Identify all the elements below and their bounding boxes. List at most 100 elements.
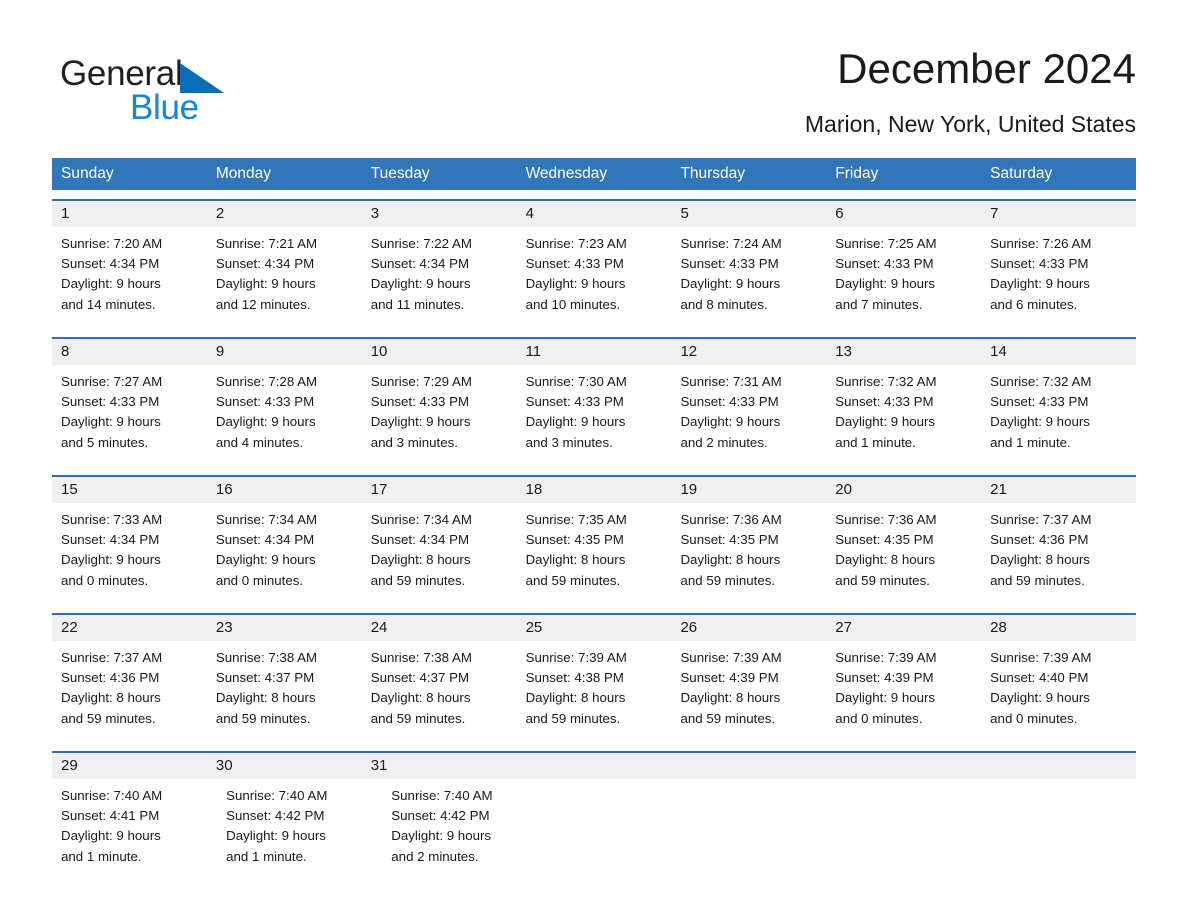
day-number[interactable]: 8: [52, 339, 207, 365]
daylight-text-line2: and 4 minutes.: [215, 434, 304, 450]
day-number[interactable]: 15: [52, 477, 207, 503]
daylight-text-line1: Daylight: 9 hours: [680, 414, 781, 430]
day-cell[interactable]: Sunrise: 7:21 AM Sunset: 4:34 PM Dayligh…: [207, 227, 362, 328]
day-number[interactable]: 29: [52, 753, 207, 779]
daylight-text-line2: and 59 minutes.: [525, 710, 621, 726]
day-cell[interactable]: Sunrise: 7:23 AM Sunset: 4:33 PM Dayligh…: [517, 227, 672, 328]
day-number[interactable]: 21: [981, 477, 1136, 503]
daylight-text-line1: Daylight: 8 hours: [215, 690, 316, 706]
day-cell[interactable]: Sunrise: 7:34 AM Sunset: 4:34 PM Dayligh…: [207, 503, 362, 604]
calendar-week-row: 15 16 17 18 19 20 21 Sunrise: 7:33 AM Su…: [52, 475, 1136, 604]
day-number[interactable]: 1: [52, 201, 207, 227]
day-number[interactable]: 4: [517, 201, 672, 227]
day-cell[interactable]: Sunrise: 7:26 AM Sunset: 4:33 PM Dayligh…: [981, 227, 1136, 328]
day-number[interactable]: 6: [826, 201, 981, 227]
day-cell[interactable]: Sunrise: 7:30 AM Sunset: 4:33 PM Dayligh…: [517, 365, 672, 466]
sunset-text: Sunset: 4:42 PM: [226, 808, 325, 824]
day-cell[interactable]: Sunrise: 7:22 AM Sunset: 4:34 PM Dayligh…: [362, 227, 517, 328]
day-cell[interactable]: Sunrise: 7:27 AM Sunset: 4:33 PM Dayligh…: [52, 365, 207, 466]
day-cell[interactable]: Sunrise: 7:34 AM Sunset: 4:34 PM Dayligh…: [362, 503, 517, 604]
day-cell[interactable]: Sunrise: 7:40 AM Sunset: 4:42 PM Dayligh…: [217, 779, 382, 880]
daylight-text-line1: Daylight: 8 hours: [990, 552, 1090, 568]
daylight-text-line1: Daylight: 8 hours: [525, 552, 626, 568]
day-cell[interactable]: Sunrise: 7:38 AM Sunset: 4:37 PM Dayligh…: [207, 641, 362, 742]
day-number[interactable]: 20: [826, 477, 981, 503]
week-date-band: 22 23 24 25 26 27 28: [52, 615, 1136, 641]
day-number[interactable]: 31: [362, 753, 517, 779]
daylight-text-line1: Daylight: 9 hours: [61, 414, 161, 430]
day-number[interactable]: 18: [517, 477, 672, 503]
day-cell[interactable]: Sunrise: 7:20 AM Sunset: 4:34 PM Dayligh…: [52, 227, 207, 328]
daylight-text-line2: and 0 minutes.: [215, 572, 304, 588]
daylight-text-line2: and 59 minutes.: [680, 710, 776, 726]
week-detail-band: Sunrise: 7:37 AM Sunset: 4:36 PM Dayligh…: [52, 641, 1136, 742]
day-cell[interactable]: Sunrise: 7:37 AM Sunset: 4:36 PM Dayligh…: [981, 503, 1136, 604]
day-number[interactable]: 23: [207, 615, 362, 641]
day-cell[interactable]: Sunrise: 7:24 AM Sunset: 4:33 PM Dayligh…: [671, 227, 826, 328]
day-number[interactable]: 2: [207, 201, 362, 227]
general-blue-logo[interactable]: General Blue: [60, 54, 320, 130]
week-date-band: 29 30 31: [52, 753, 1136, 779]
week-detail-band: Sunrise: 7:40 AM Sunset: 4:41 PM Dayligh…: [52, 779, 1136, 880]
daylight-text-line1: Daylight: 9 hours: [835, 414, 936, 430]
daylight-text-line1: Daylight: 9 hours: [215, 552, 316, 568]
day-number[interactable]: 14: [981, 339, 1136, 365]
day-number[interactable]: 10: [362, 339, 517, 365]
day-number[interactable]: 3: [362, 201, 517, 227]
day-cell[interactable]: Sunrise: 7:28 AM Sunset: 4:33 PM Dayligh…: [207, 365, 362, 466]
day-number[interactable]: 24: [362, 615, 517, 641]
sunrise-text: Sunrise: 7:24 AM: [680, 236, 782, 251]
sunrise-text: Sunrise: 7:40 AM: [391, 788, 493, 803]
sunset-text: Sunset: 4:33 PM: [525, 394, 624, 410]
day-cell[interactable]: Sunrise: 7:39 AM Sunset: 4:39 PM Dayligh…: [671, 641, 826, 742]
day-number[interactable]: 7: [981, 201, 1136, 227]
day-number[interactable]: 27: [826, 615, 981, 641]
day-number[interactable]: 28: [981, 615, 1136, 641]
day-cell[interactable]: Sunrise: 7:33 AM Sunset: 4:34 PM Dayligh…: [52, 503, 207, 604]
day-cell[interactable]: Sunrise: 7:31 AM Sunset: 4:33 PM Dayligh…: [671, 365, 826, 466]
daylight-text-line1: Daylight: 9 hours: [835, 690, 936, 706]
day-number[interactable]: 9: [207, 339, 362, 365]
daylight-text-line1: Daylight: 9 hours: [61, 552, 161, 568]
day-cell[interactable]: Sunrise: 7:37 AM Sunset: 4:36 PM Dayligh…: [52, 641, 207, 742]
sunset-text: Sunset: 4:34 PM: [370, 532, 470, 548]
day-cell[interactable]: Sunrise: 7:35 AM Sunset: 4:35 PM Dayligh…: [517, 503, 672, 604]
day-number[interactable]: 11: [517, 339, 672, 365]
daylight-text-line1: Daylight: 9 hours: [525, 276, 626, 292]
day-cell[interactable]: Sunrise: 7:38 AM Sunset: 4:37 PM Dayligh…: [362, 641, 517, 742]
sunset-text: Sunset: 4:33 PM: [835, 256, 934, 272]
day-cell[interactable]: Sunrise: 7:39 AM Sunset: 4:39 PM Dayligh…: [826, 641, 981, 742]
day-cell[interactable]: Sunrise: 7:40 AM Sunset: 4:42 PM Dayligh…: [382, 779, 547, 880]
day-cell[interactable]: Sunrise: 7:36 AM Sunset: 4:35 PM Dayligh…: [671, 503, 826, 604]
week-date-band: 8 9 10 11 12 13 14: [52, 339, 1136, 365]
sunrise-text: Sunrise: 7:36 AM: [835, 512, 937, 527]
day-cell[interactable]: Sunrise: 7:25 AM Sunset: 4:33 PM Dayligh…: [826, 227, 981, 328]
day-number[interactable]: 16: [207, 477, 362, 503]
sunrise-text: Sunrise: 7:27 AM: [61, 374, 163, 389]
day-cell[interactable]: Sunrise: 7:29 AM Sunset: 4:33 PM Dayligh…: [362, 365, 517, 466]
day-cell[interactable]: Sunrise: 7:39 AM Sunset: 4:40 PM Dayligh…: [981, 641, 1136, 742]
day-number[interactable]: 19: [671, 477, 826, 503]
day-number[interactable]: 22: [52, 615, 207, 641]
sunrise-text: Sunrise: 7:39 AM: [680, 650, 782, 665]
day-cell[interactable]: Sunrise: 7:32 AM Sunset: 4:33 PM Dayligh…: [981, 365, 1136, 466]
day-number[interactable]: 30: [207, 753, 362, 779]
day-number[interactable]: 25: [517, 615, 672, 641]
daylight-text-line1: Daylight: 9 hours: [525, 414, 626, 430]
sunrise-text: Sunrise: 7:31 AM: [680, 374, 782, 389]
day-cell[interactable]: Sunrise: 7:32 AM Sunset: 4:33 PM Dayligh…: [826, 365, 981, 466]
daylight-text-line2: and 1 minute.: [835, 434, 916, 450]
sunset-text: Sunset: 4:33 PM: [835, 394, 934, 410]
day-cell[interactable]: Sunrise: 7:36 AM Sunset: 4:35 PM Dayligh…: [826, 503, 981, 604]
sunset-text: Sunset: 4:34 PM: [215, 256, 315, 272]
day-number[interactable]: 5: [671, 201, 826, 227]
day-number[interactable]: 26: [671, 615, 826, 641]
day-number[interactable]: 13: [826, 339, 981, 365]
day-cell-empty: [695, 779, 842, 880]
day-cell[interactable]: Sunrise: 7:39 AM Sunset: 4:38 PM Dayligh…: [517, 641, 672, 742]
day-number[interactable]: 12: [671, 339, 826, 365]
sunrise-text: Sunrise: 7:34 AM: [215, 512, 318, 527]
sunrise-text: Sunrise: 7:32 AM: [990, 374, 1092, 389]
day-number[interactable]: 17: [362, 477, 517, 503]
day-cell[interactable]: Sunrise: 7:40 AM Sunset: 4:41 PM Dayligh…: [52, 779, 217, 880]
